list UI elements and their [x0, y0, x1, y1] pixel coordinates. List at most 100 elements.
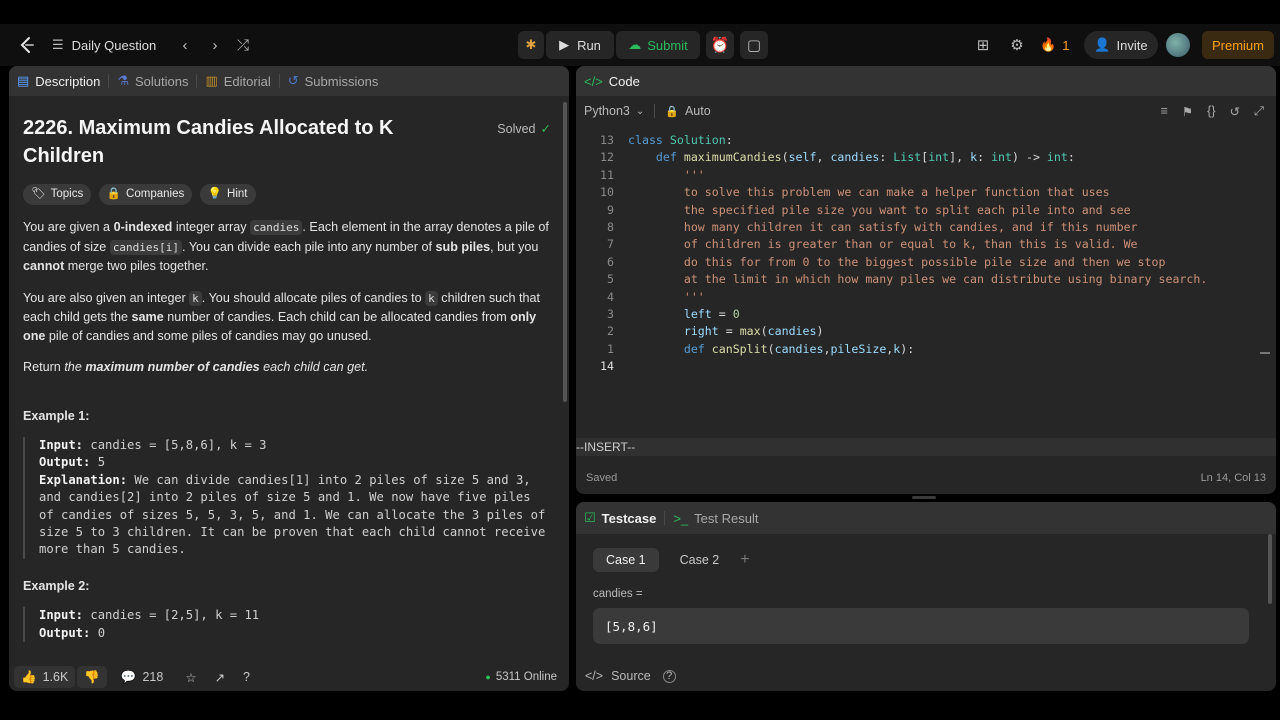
comments-button[interactable]: 💬 218: [121, 670, 163, 685]
example-2-block: Input: candies = [2,5], k = 11 Output: 0: [23, 607, 551, 643]
tab-editorial[interactable]: ▥ Editorial: [197, 66, 278, 96]
tab-code[interactable]: </> Code: [576, 66, 648, 96]
like-button[interactable]: 👍 1.6K: [14, 666, 76, 688]
star-icon[interactable]: ☆: [185, 670, 196, 685]
testcase-scrollbar[interactable]: [1268, 534, 1272, 604]
tab-description[interactable]: ▤ Description: [9, 66, 108, 96]
dislike-button[interactable]: 👎: [77, 666, 107, 688]
line-number: 14: [600, 359, 614, 374]
tab-testcase[interactable]: ☑ Testcase: [576, 502, 664, 534]
topics-chip[interactable]: 🏷 Topics: [23, 184, 92, 205]
tab-test-result[interactable]: >_ Test Result: [665, 502, 766, 534]
line-number: 1: [607, 341, 614, 356]
invite-label: Invite: [1116, 37, 1148, 53]
companies-label: Companies: [126, 188, 185, 201]
example-1-heading: Example 1:: [23, 408, 90, 423]
check-circle-icon: ✓: [540, 122, 551, 136]
terminal-icon: >_: [673, 510, 689, 526]
case-2-tab[interactable]: Case 2: [667, 548, 733, 572]
testcase-panel: ☑ Testcase >_ Test Result Case 1 Case 2 …: [576, 502, 1276, 691]
run-button[interactable]: ▶ Run: [546, 31, 614, 59]
case-1-tab[interactable]: Case 1: [593, 548, 659, 572]
code-text: right = max(candies): [683, 324, 824, 339]
chevron-down-icon: ⌄: [635, 105, 645, 117]
text-italic: the: [64, 360, 86, 374]
like-count: 1.6K: [42, 670, 69, 684]
bookmark-icon[interactable]: ⚑: [1182, 104, 1193, 119]
format-icon[interactable]: ≡: [1161, 104, 1168, 119]
thumbs-down-icon: 👎: [84, 669, 100, 684]
topics-label: Topics: [50, 188, 84, 201]
input-label: Input:: [39, 608, 84, 623]
prev-problem-icon[interactable]: ‹: [172, 31, 198, 59]
avatar[interactable]: [1166, 33, 1190, 57]
online-count: ● 5311 Online: [485, 671, 557, 683]
next-problem-icon[interactable]: ›: [202, 31, 228, 59]
help-icon[interactable]: ?: [243, 670, 250, 684]
text-bold: 0-indexed: [113, 220, 173, 234]
submit-button[interactable]: ☁ Submit: [616, 31, 700, 59]
code-panel: </> Code Python3 ⌄ 🔒 Auto ≡ ⚑ {} ↺ ⤢ 13 c…: [576, 66, 1276, 494]
online-dot-icon: ●: [485, 672, 491, 682]
notes-icon[interactable]: ▢: [740, 31, 768, 59]
case-2-label: Case 2: [679, 553, 720, 567]
line-number: 5: [607, 272, 614, 287]
reset-icon[interactable]: ↺: [1230, 104, 1240, 119]
autocomplete-toggle[interactable]: 🔒 Auto: [665, 104, 710, 118]
streak-counter[interactable]: 🔥 1: [1040, 31, 1069, 59]
tab-submissions[interactable]: ↺ Submissions: [280, 66, 387, 96]
layout-grid-icon[interactable]: ⊞: [970, 31, 996, 59]
code-text: do this for from 0 to the biggest possib…: [628, 254, 1166, 269]
param-input[interactable]: [5,8,6]: [593, 608, 1249, 644]
settings-gear-icon[interactable]: ⚙: [1004, 31, 1030, 59]
line-number: 6: [607, 254, 614, 269]
description-scrollbar[interactable]: [563, 102, 567, 402]
description-paragraph-2: You are also given an integer k. You sho…: [23, 289, 551, 346]
companies-chip[interactable]: 🔒 Companies: [98, 184, 193, 205]
history-icon: ↺: [287, 73, 299, 88]
invite-button[interactable]: 👤 Invite: [1084, 31, 1158, 59]
output-label: Output:: [39, 625, 91, 640]
code-text: ''': [628, 289, 705, 304]
shuffle-icon[interactable]: ⤮: [230, 31, 256, 59]
text-bold-italic: maximum number of candies: [85, 360, 260, 374]
help-icon[interactable]: ?: [662, 669, 676, 683]
case-1-label: Case 1: [606, 553, 646, 567]
text: You are given a: [23, 220, 114, 234]
fire-icon: 🔥: [1040, 37, 1057, 52]
language-select[interactable]: Python3 ⌄: [584, 104, 644, 118]
example-2-heading: Example 2:: [23, 578, 90, 593]
description-tabs: ▤ Description ⚗ Solutions ▥ Editorial ↺ …: [9, 66, 569, 96]
cloud-upload-icon: ☁: [628, 37, 642, 52]
leetcode-logo-icon[interactable]: [14, 31, 40, 59]
text: pile of candies and some piles of candie…: [45, 328, 372, 343]
language-label: Python3: [584, 104, 630, 118]
add-case-icon[interactable]: +: [740, 551, 749, 569]
panel-resize-handle[interactable]: [912, 496, 936, 499]
solved-label: Solved: [497, 122, 536, 136]
description-footer: 👍 1.6K 👎 💬 218 ☆ ↗ ? ● 5311 Online: [9, 663, 569, 691]
hint-chip[interactable]: 💡 Hint: [199, 184, 256, 205]
code-text: class Solution:: [628, 133, 733, 147]
fullscreen-icon[interactable]: ⤢: [1254, 104, 1264, 119]
param-label: candies =: [593, 588, 643, 600]
code-text: of children is greater than or equal to …: [628, 237, 1138, 252]
code-editor[interactable]: 13 class Solution: 12 def maximumCandies(…: [576, 128, 1276, 443]
braces-icon[interactable]: {}: [1207, 104, 1215, 119]
source-label[interactable]: Source: [611, 669, 651, 683]
saved-status: Saved: [586, 472, 618, 484]
debug-button[interactable]: ✱: [518, 31, 544, 59]
code-text: def canSplit(candies,pileSize,k):: [683, 341, 915, 356]
tab-solutions[interactable]: ⚗ Solutions: [109, 66, 196, 96]
line-number: 11: [600, 167, 614, 182]
timer-icon[interactable]: ⏰: [706, 31, 734, 59]
hint-label: Hint: [227, 188, 248, 201]
testcase-footer: </> Source ?: [576, 661, 1276, 691]
streak-count: 1: [1062, 37, 1070, 53]
share-icon[interactable]: ↗: [215, 670, 225, 685]
problem-list-button[interactable]: ☰ Daily Question: [52, 31, 156, 59]
code-text: ''': [628, 167, 705, 182]
case-tabs: Case 1 Case 2 +: [593, 548, 750, 572]
solved-status: Solved ✓: [497, 120, 551, 139]
premium-button[interactable]: Premium: [1202, 31, 1274, 59]
